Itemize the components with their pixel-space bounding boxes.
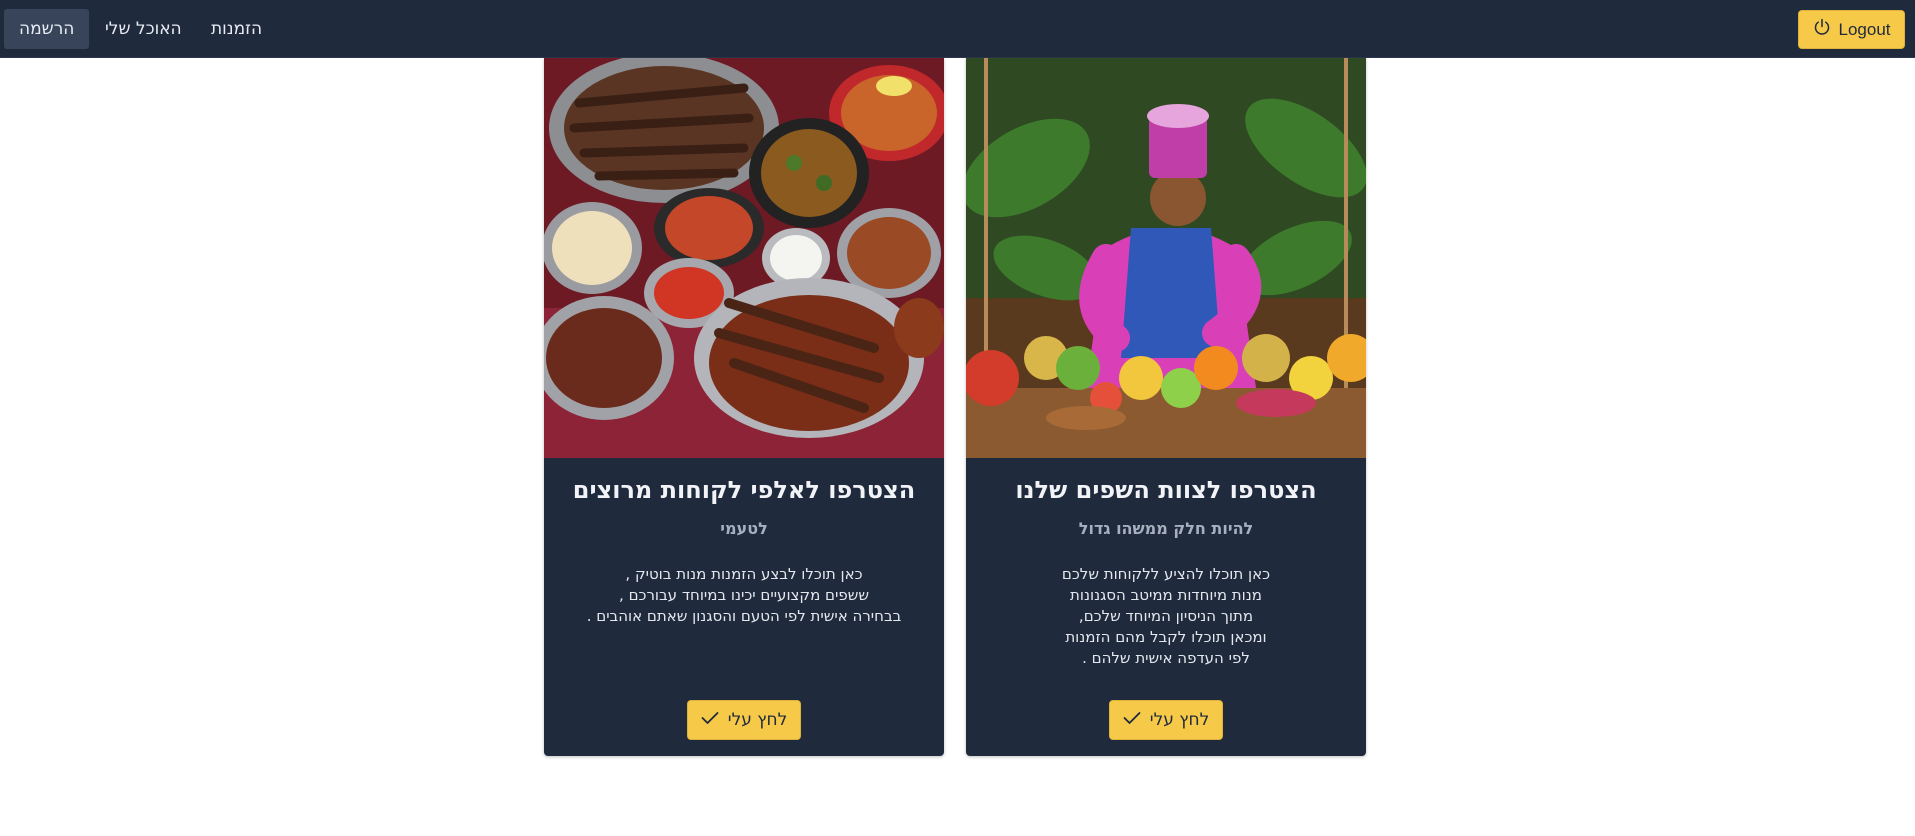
card-title: הצטרפו לאלפי לקוחות מרוצים [572,476,916,504]
card-title: הצטרפו לצוות השפים שלנו [1015,476,1317,504]
card-body-line: מנות מיוחדות ממיטב הסגנונות [1070,586,1262,604]
card-body-line: כאן תוכלו להציע ללקוחות שלכם [1061,565,1271,583]
card-body-line: כאן תוכלו לבצע הזמנות מנות בוטיק , [625,565,863,583]
card-body-line: מתוך הניסיון המיוחד שלכם, [1078,607,1254,625]
logout-label: Logout [1838,19,1891,39]
check-icon [701,710,719,730]
card-body-line: לפי העדפה אישית שלהם . [1082,649,1250,667]
card-body-line: בבחירה אישית לפי הטעם והסגנון שאתם אוהבי… [586,607,902,625]
card-subtitle: להיות חלק ממשהו גדול [1078,519,1254,538]
nav-item-register[interactable]: הרשמה [4,9,90,49]
button-label: לחץ עלי [727,710,788,730]
power-icon [1813,18,1831,41]
card-subtitle: לטעמי [720,519,768,538]
card-body-line: ששפים מקצועיים יכינו במיוחד עבורכם , [619,586,869,604]
card-customers: הצטרפו לאלפי לקוחות מרוצים לטעמי כאן תוכ… [544,58,944,756]
click-me-button[interactable]: לחץ עלי [1109,700,1223,740]
nav-item-my-food[interactable]: האוכל שלי [90,9,197,49]
card-body-line: ומכאן תוכלו לקבל מהם הזמנות [1065,628,1267,646]
card-chefs: הצטרפו לצוות השפים שלנו להיות חלק ממשהו … [966,58,1366,756]
card-body: כאן תוכלו להציע ללקוחות שלכם מנות מיוחדו… [986,564,1346,669]
check-icon [1123,710,1141,730]
top-navbar: הרשמה האוכל שלי הזמנות Logout [0,0,1915,58]
food-platter-image [544,58,944,458]
click-me-button[interactable]: לחץ עלי [687,700,801,740]
logout-button[interactable]: Logout [1798,10,1905,49]
card-body: כאן תוכלו לבצע הזמנות מנות בוטיק , ששפים… [564,564,924,627]
chef-fruit-image [966,58,1366,458]
button-label: לחץ עלי [1149,710,1210,730]
nav-item-orders[interactable]: הזמנות [196,9,277,49]
